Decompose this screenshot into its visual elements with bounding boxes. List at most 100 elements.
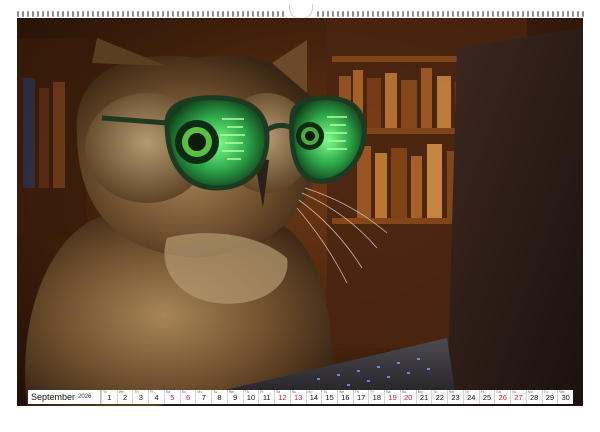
binding-coil <box>167 11 169 17</box>
binding-coil <box>172 11 174 17</box>
binding-coil <box>67 11 69 17</box>
binding-coil <box>317 11 319 17</box>
binding-coil <box>402 11 404 17</box>
day-cell: Fr 18 <box>368 390 384 404</box>
binding-coil <box>367 11 369 17</box>
day-cell: Sa 12 <box>274 390 290 404</box>
binding-coil <box>207 11 209 17</box>
binding-coil <box>282 11 284 17</box>
day-cell: We 23 <box>447 390 463 404</box>
binding-coil <box>197 11 199 17</box>
binding-coil <box>147 11 149 17</box>
binding-coil <box>322 11 324 17</box>
binding-coil <box>552 11 554 17</box>
binding-coil <box>392 11 394 17</box>
day-cell: Su 13 <box>289 390 306 404</box>
binding-coil <box>227 11 229 17</box>
binding-coil <box>492 11 494 17</box>
day-number: 7 <box>201 393 206 402</box>
day-number: 8 <box>217 393 222 402</box>
binding-coil <box>517 11 519 17</box>
binding-coil <box>417 11 419 17</box>
day-number: 3 <box>138 393 143 402</box>
binding-coil <box>267 11 269 17</box>
day-number: 19 <box>388 393 397 402</box>
day-number: 29 <box>545 393 555 402</box>
binding-coil <box>557 11 559 17</box>
day-number: 28 <box>530 393 539 402</box>
owl-illustration <box>17 18 583 406</box>
binding-coil <box>247 11 249 17</box>
binding-coil <box>137 11 139 17</box>
binding-coil <box>567 11 569 17</box>
day-number: 26 <box>498 393 507 402</box>
day-cell: Th 24 <box>462 390 479 404</box>
binding-coil <box>262 11 264 17</box>
day-cell: Th 17 <box>352 390 369 404</box>
binding-coil <box>502 11 504 17</box>
left-bookshelf <box>17 38 87 238</box>
binding-coil <box>47 11 49 17</box>
binding-coil <box>447 11 449 17</box>
binding-coil <box>187 11 189 17</box>
binding-coil <box>362 11 364 17</box>
day-number: 27 <box>514 393 523 402</box>
day-cell: Mo 21 <box>415 390 432 404</box>
binding-coil <box>467 11 469 17</box>
day-cell: Tu 1 <box>101 390 117 404</box>
binding-coil <box>482 11 484 17</box>
day-cell: Fr 25 <box>478 390 495 404</box>
binding-coil <box>87 11 89 17</box>
day-number: 4 <box>154 393 159 402</box>
day-cell: Su 27 <box>510 390 526 404</box>
binding-coil <box>157 11 159 17</box>
day-cell: Th 3 <box>132 390 148 404</box>
day-cell: Tu 8 <box>211 390 227 404</box>
binding-coil <box>217 11 219 17</box>
binding-coil <box>142 11 144 17</box>
day-cell: Mo 28 <box>525 390 542 404</box>
binding-coil <box>62 11 64 17</box>
binding-coil <box>547 11 549 17</box>
day-number: 20 <box>404 393 413 402</box>
day-number: 21 <box>419 393 429 402</box>
binding-coil <box>427 11 429 17</box>
binding-coil <box>107 11 109 17</box>
day-cell: Sa 19 <box>384 390 400 404</box>
binding-coil <box>97 11 99 17</box>
day-cell: Su 20 <box>399 390 416 404</box>
binding-coil <box>472 11 474 17</box>
day-cell: Mo 7 <box>195 390 211 404</box>
binding-coil <box>542 11 544 17</box>
day-cell: Mo 14 <box>305 390 322 404</box>
binding-coil <box>162 11 164 17</box>
binding-coil <box>562 11 564 17</box>
binding-coil <box>382 11 384 17</box>
binding-coil <box>437 11 439 17</box>
binding-coil <box>152 11 154 17</box>
day-cell: We 9 <box>226 390 243 404</box>
binding-coil <box>122 11 124 17</box>
binding-coil <box>117 11 119 17</box>
day-number: 5 <box>170 393 175 402</box>
day-number: 23 <box>451 393 460 402</box>
binding-coil <box>102 11 104 17</box>
day-number: 10 <box>246 393 256 402</box>
binding-coil <box>452 11 454 17</box>
day-number: 18 <box>372 393 382 402</box>
day-number: 12 <box>278 393 287 402</box>
binding-coil <box>17 11 19 17</box>
day-cell: Su 6 <box>179 390 196 404</box>
day-number: 15 <box>325 393 334 402</box>
binding-coil <box>57 11 59 17</box>
binding-coil <box>72 11 74 17</box>
binding-coil <box>42 11 44 17</box>
binding-coil <box>277 11 279 17</box>
day-number: 9 <box>233 393 238 402</box>
binding-coil <box>127 11 129 17</box>
binding-coil <box>377 11 379 17</box>
binding-coil <box>332 11 334 17</box>
binding-coil <box>342 11 344 17</box>
day-number: 1 <box>107 393 112 402</box>
binding-coil <box>237 11 239 17</box>
